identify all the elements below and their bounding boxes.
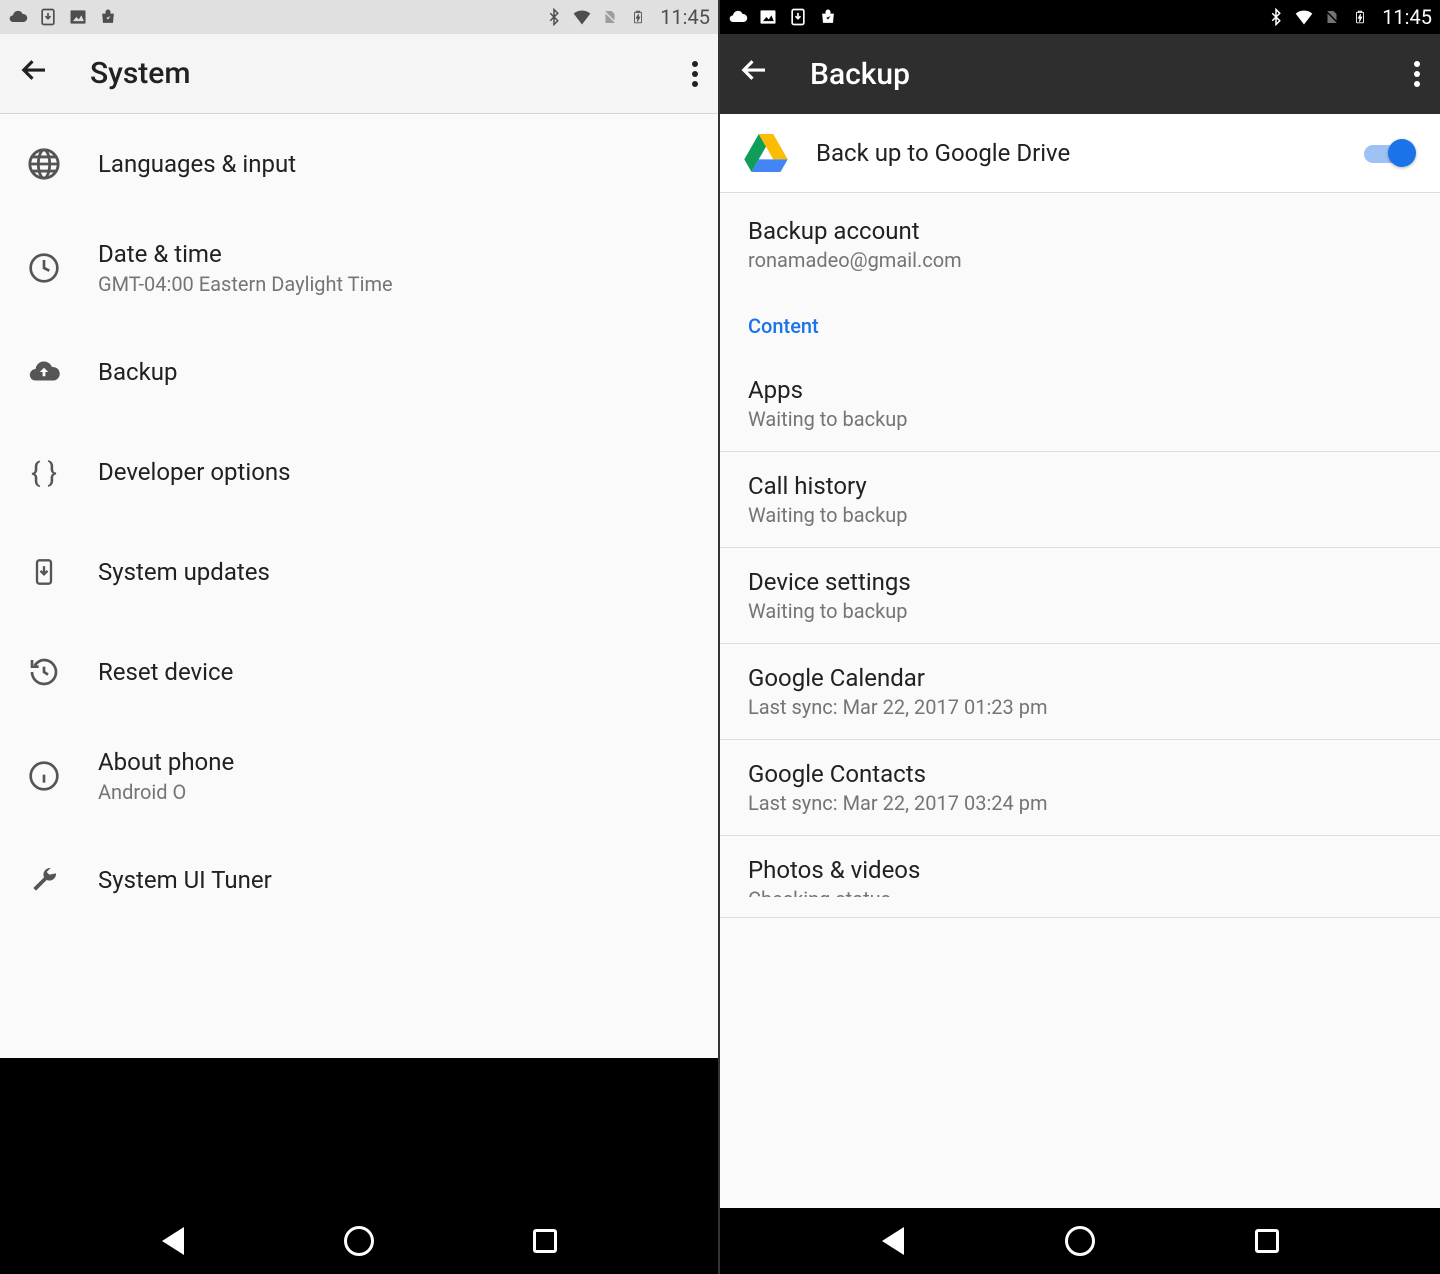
nav-home-button[interactable] bbox=[341, 1223, 377, 1259]
item-label: Reset device bbox=[98, 658, 233, 686]
bluetooth-icon bbox=[1266, 7, 1286, 27]
wifi-icon bbox=[1294, 7, 1314, 27]
content-title: Google Contacts bbox=[748, 760, 1412, 788]
item-languages-input[interactable]: Languages & input bbox=[0, 114, 718, 214]
item-label: Backup bbox=[98, 358, 177, 386]
content-title: Google Calendar bbox=[748, 664, 1412, 692]
no-sim-icon bbox=[1322, 7, 1342, 27]
page-title: System bbox=[90, 56, 692, 91]
backup-account-email: ronamadeo@gmail.com bbox=[748, 248, 1412, 272]
braces-icon: { } bbox=[20, 448, 68, 496]
toolbar: Backup bbox=[720, 34, 1440, 114]
content-item-apps[interactable]: Apps Waiting to backup bbox=[720, 356, 1440, 452]
item-system-ui-tuner[interactable]: System UI Tuner bbox=[0, 830, 718, 930]
download-icon bbox=[788, 7, 808, 27]
download-icon bbox=[38, 7, 58, 27]
nav-home-button[interactable] bbox=[1062, 1223, 1098, 1259]
backup-account-row[interactable]: Backup account ronamadeo@gmail.com bbox=[720, 193, 1440, 296]
system-list[interactable]: Languages & input Date & time GMT-04:00 E… bbox=[0, 114, 718, 1058]
content-sub: Last sync: Mar 22, 2017 01:23 pm bbox=[748, 695, 1412, 719]
cloud-up-icon bbox=[20, 348, 68, 396]
battery-icon bbox=[1350, 7, 1370, 27]
content-item-photos-videos[interactable]: Photos & videos Checking status bbox=[720, 836, 1440, 918]
content-item-call-history[interactable]: Call history Waiting to backup bbox=[720, 452, 1440, 548]
phone-system: 11:45 System Languages & input Date & ti… bbox=[0, 0, 720, 1274]
content-title: Photos & videos bbox=[748, 856, 1412, 884]
clock-icon bbox=[20, 244, 68, 292]
backup-content[interactable]: Back up to Google Drive Backup account r… bbox=[720, 114, 1440, 1208]
cloud-icon bbox=[728, 7, 748, 27]
content-item-google-contacts[interactable]: Google Contacts Last sync: Mar 22, 2017 … bbox=[720, 740, 1440, 836]
content-sub: Last sync: Mar 22, 2017 03:24 pm bbox=[748, 791, 1412, 815]
overflow-menu-button[interactable] bbox=[1414, 61, 1420, 87]
item-label: Languages & input bbox=[98, 150, 296, 178]
content-item-device-settings[interactable]: Device settings Waiting to backup bbox=[720, 548, 1440, 644]
content-title: Device settings bbox=[748, 568, 1412, 596]
footer-gap bbox=[0, 1058, 718, 1208]
item-label: Developer options bbox=[98, 458, 291, 486]
content-sub: Waiting to backup bbox=[748, 503, 1412, 527]
item-label: Date & time bbox=[98, 240, 393, 268]
content-sub: Waiting to backup bbox=[748, 407, 1412, 431]
restore-icon bbox=[20, 648, 68, 696]
bluetooth-icon bbox=[544, 7, 564, 27]
store-icon bbox=[818, 7, 838, 27]
back-button[interactable] bbox=[740, 55, 770, 93]
content-section-header: Content bbox=[720, 296, 1440, 356]
statusbar: 11:45 bbox=[720, 0, 1440, 34]
cloud-icon bbox=[8, 7, 28, 27]
nav-back-button[interactable] bbox=[155, 1223, 191, 1259]
navbar bbox=[0, 1208, 718, 1274]
drive-backup-label: Back up to Google Drive bbox=[816, 139, 1360, 167]
image-icon bbox=[68, 7, 88, 27]
nav-back-button[interactable] bbox=[875, 1223, 911, 1259]
phone-backup: 11:45 Backup Back up to Google Drive Bac… bbox=[720, 0, 1440, 1274]
status-time: 11:45 bbox=[660, 5, 710, 29]
item-backup[interactable]: Backup bbox=[0, 322, 718, 422]
item-label: About phone bbox=[98, 748, 234, 776]
item-date-time[interactable]: Date & time GMT-04:00 Eastern Daylight Ti… bbox=[0, 214, 718, 322]
page-title: Backup bbox=[810, 57, 1414, 92]
phone-down-icon bbox=[20, 548, 68, 596]
drive-backup-row[interactable]: Back up to Google Drive bbox=[720, 114, 1440, 193]
content-sub: Checking status bbox=[748, 887, 1412, 897]
wifi-icon bbox=[572, 7, 592, 27]
navbar bbox=[720, 1208, 1440, 1274]
item-sub: Android O bbox=[98, 780, 234, 804]
item-label: System UI Tuner bbox=[98, 866, 272, 894]
google-drive-icon bbox=[744, 134, 788, 172]
item-developer-options[interactable]: { } Developer options bbox=[0, 422, 718, 522]
item-about-phone[interactable]: About phone Android O bbox=[0, 722, 718, 830]
content-title: Call history bbox=[748, 472, 1412, 500]
statusbar: 11:45 bbox=[0, 0, 718, 34]
backup-account-label: Backup account bbox=[748, 217, 1412, 245]
overflow-menu-button[interactable] bbox=[692, 61, 698, 87]
content-sub: Waiting to backup bbox=[748, 599, 1412, 623]
item-reset-device[interactable]: Reset device bbox=[0, 622, 718, 722]
back-button[interactable] bbox=[20, 55, 50, 93]
globe-icon bbox=[20, 140, 68, 188]
nav-recents-button[interactable] bbox=[1249, 1223, 1285, 1259]
drive-backup-switch[interactable] bbox=[1360, 139, 1416, 167]
info-icon bbox=[20, 752, 68, 800]
battery-icon bbox=[628, 7, 648, 27]
toolbar: System bbox=[0, 34, 718, 114]
item-sub: GMT-04:00 Eastern Daylight Time bbox=[98, 272, 393, 296]
content-title: Apps bbox=[748, 376, 1412, 404]
content-item-google-calendar[interactable]: Google Calendar Last sync: Mar 22, 2017 … bbox=[720, 644, 1440, 740]
wrench-icon bbox=[20, 856, 68, 904]
image-icon bbox=[758, 7, 778, 27]
status-time: 11:45 bbox=[1382, 5, 1432, 29]
item-system-updates[interactable]: System updates bbox=[0, 522, 718, 622]
item-label: System updates bbox=[98, 558, 270, 586]
no-sim-icon bbox=[600, 7, 620, 27]
nav-recents-button[interactable] bbox=[527, 1223, 563, 1259]
store-icon bbox=[98, 7, 118, 27]
